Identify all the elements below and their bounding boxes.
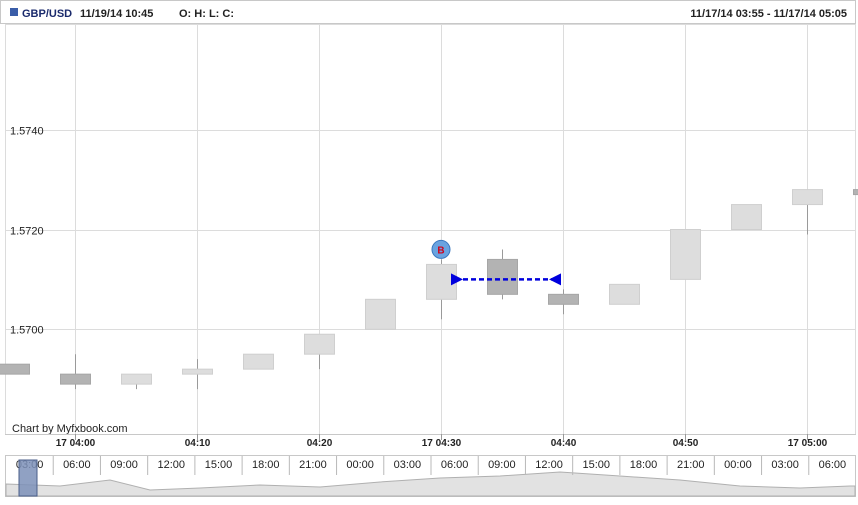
candle-body — [305, 334, 335, 354]
candle-body — [854, 190, 858, 195]
candle-04:25 — [366, 299, 396, 329]
x-tick-label: 04:50 — [673, 438, 699, 449]
candle-body — [122, 374, 152, 384]
chart-widget: GBP/USD 11/19/14 10:45 O: H: L: C: 11/17… — [0, 0, 858, 500]
buy-marker-label: B — [437, 245, 444, 256]
navigator-label: 09:00 — [488, 459, 516, 471]
symbol-label: GBP/USD — [22, 8, 72, 20]
candle-body — [0, 364, 30, 374]
navigator-label: 03:00 — [394, 459, 422, 471]
candle-body — [61, 374, 91, 384]
candle-body — [366, 299, 396, 329]
navigator-label: 18:00 — [252, 459, 280, 471]
candle-04:55 — [732, 205, 762, 230]
navigator-label: 06:00 — [819, 459, 847, 471]
time-navigator[interactable]: 03:00 06:00 09:00 12:00 15:00 18:00 21:00 00:00… — [6, 456, 856, 497]
y-tick-label: 1.5700 — [10, 325, 44, 337]
candle-body — [183, 369, 213, 374]
navigator-label: 06:00 — [441, 459, 469, 471]
navigator-label: 09:00 — [110, 459, 138, 471]
navigator-label: 00:00 — [346, 459, 374, 471]
y-tick-label: 1.5720 — [10, 226, 44, 238]
navigator-handle[interactable] — [19, 460, 37, 496]
candle-04:50 — [671, 230, 701, 280]
chart-credit: Chart by Myfxbook.com — [12, 423, 128, 435]
x-tick-label: 04:10 — [185, 438, 211, 449]
navigator-label: 15:00 — [583, 459, 611, 471]
navigator-label: 00:00 — [724, 459, 752, 471]
x-tick-label: 04:20 — [307, 438, 333, 449]
navigator-label: 18:00 — [630, 459, 658, 471]
candle-body — [793, 190, 823, 205]
ohlc-label: O: H: L: C: — [179, 8, 234, 20]
navigator-label: 12:00 — [535, 459, 563, 471]
range-label: 11/17/14 03:55 - 11/17/14 05:05 — [690, 8, 847, 20]
plot-area — [6, 25, 856, 435]
x-tick-label: 17 05:00 — [788, 438, 828, 449]
x-tick-label: 17 04:30 — [422, 438, 462, 449]
candle-body — [671, 230, 701, 280]
navigator-label: 21:00 — [677, 459, 705, 471]
candle-body — [488, 259, 518, 294]
candle-03:55 — [0, 364, 30, 374]
navigator-label: 12:00 — [158, 459, 186, 471]
x-tick-label: 17 04:00 — [56, 438, 96, 449]
candlestick-chart: GBP/USD 11/19/14 10:45 O: H: L: C: 11/17… — [0, 0, 858, 500]
candle-body — [610, 284, 640, 304]
candle-body — [549, 294, 579, 304]
navigator-label: 21:00 — [299, 459, 327, 471]
symbol-marker — [10, 8, 18, 16]
y-tick-label: 1.5740 — [10, 126, 44, 138]
candle-body — [732, 205, 762, 230]
navigator-label: 03:00 — [771, 459, 799, 471]
candle-04:45 — [610, 284, 640, 304]
x-axis: 17 04:00 04:10 04:20 17 04:30 04:40 04:50 17 0… — [5, 434, 856, 449]
candle-04:15 — [244, 354, 274, 369]
navigator-label: 06:00 — [63, 459, 91, 471]
navigator-label: 15:00 — [205, 459, 233, 471]
datetime-label: 11/19/14 10:45 — [80, 8, 153, 20]
candle-body — [244, 354, 274, 369]
chart-header: GBP/USD 11/19/14 10:45 O: H: L: C: 11/17… — [1, 1, 856, 24]
x-tick-label: 04:40 — [551, 438, 577, 449]
